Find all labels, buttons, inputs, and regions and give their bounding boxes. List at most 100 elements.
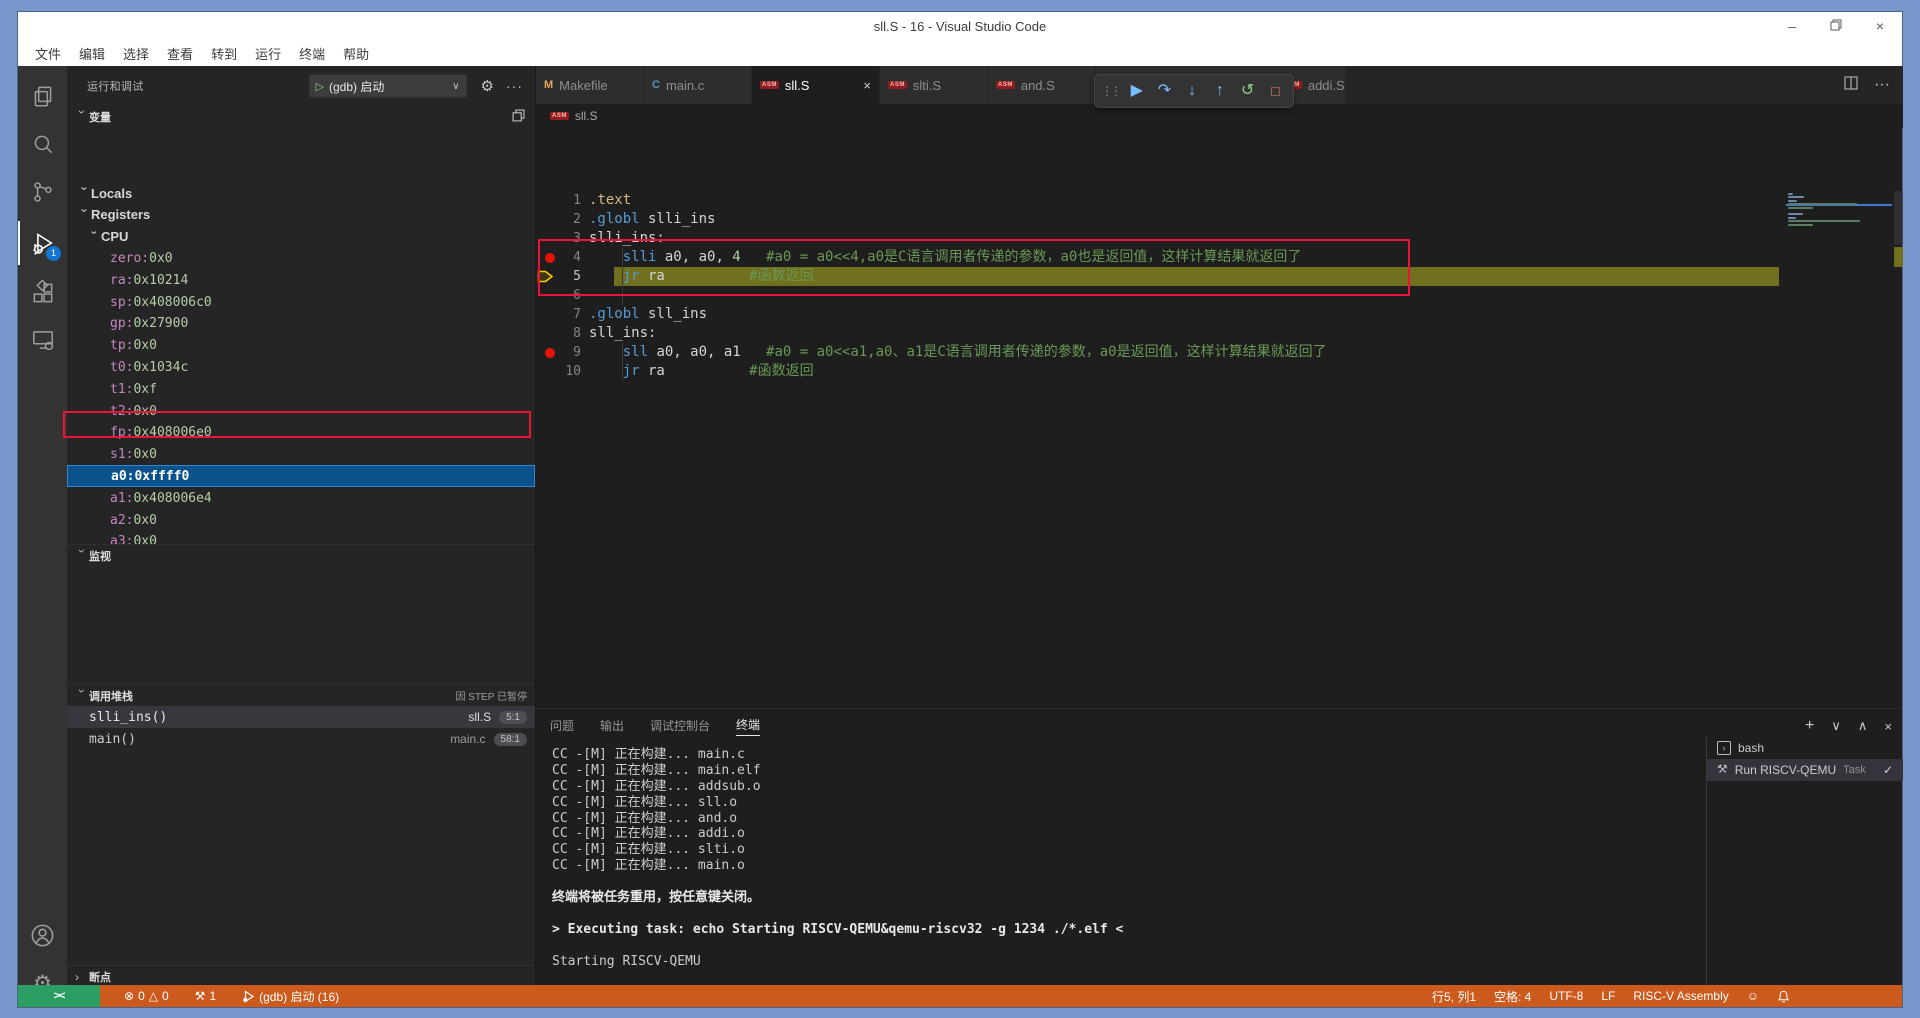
register-row-a3[interactable]: a3: 0x0	[67, 531, 535, 544]
breakpoint-icon[interactable]	[545, 348, 555, 358]
step-out-button[interactable]: ↑	[1208, 83, 1232, 99]
notifications-bell-icon[interactable]	[1777, 990, 1790, 1003]
register-row-gp[interactable]: gp: 0x27900	[67, 313, 535, 335]
tree-item-cpu[interactable]: › CPU	[67, 226, 535, 248]
register-row-sp[interactable]: sp: 0x408006c0	[67, 291, 535, 313]
terminal-output[interactable]: CC -[M] 正在构建... main.c CC -[M] 正在构建... ma…	[552, 747, 1692, 969]
code-line-7[interactable]: 7 .globl sll_ins	[536, 305, 1903, 324]
menu-item-3[interactable]: 查看	[158, 44, 202, 63]
collapse-all-icon[interactable]	[512, 109, 525, 125]
menu-item-4[interactable]: 转到	[202, 44, 246, 63]
explorer-icon[interactable]	[18, 74, 67, 118]
eol[interactable]: LF	[1601, 989, 1615, 1003]
tab-sll-S[interactable]: ASM sll.S ×	[752, 66, 880, 104]
code-line-5[interactable]: 5 jr ra #函数返回	[536, 267, 1903, 286]
source-control-icon[interactable]	[18, 170, 67, 214]
encoding[interactable]: UTF-8	[1549, 989, 1583, 1003]
code-area[interactable]: 1 .text 2 .globl slli_ins 3 slli_ins: 4 slli a…	[536, 128, 1903, 708]
menu-item-7[interactable]: 帮助	[334, 44, 378, 63]
code-line-9[interactable]: 9 sll a0, a0, a1 #a0 = a0<<a1,a0、a1是C语言调…	[536, 343, 1903, 362]
extensions-icon[interactable]	[18, 271, 67, 315]
paused-reason: 因 STEP 已暂停	[455, 692, 528, 703]
menu-item-6[interactable]: 终端	[290, 44, 334, 63]
tasks-status[interactable]: ⚒ 1	[195, 989, 216, 1003]
menu-item-5[interactable]: 运行	[246, 44, 290, 63]
register-row-a1[interactable]: a1: 0x408006e4	[67, 487, 535, 509]
menu-item-0[interactable]: 文件	[26, 44, 70, 63]
close-button[interactable]: ×	[1858, 18, 1902, 34]
breakpoints-section-header[interactable]: › 断点	[67, 965, 535, 985]
register-row-fp[interactable]: fp: 0x408006e0	[67, 422, 535, 444]
panel-tab-3[interactable]: 终端	[736, 716, 761, 736]
account-icon[interactable]	[18, 913, 67, 957]
token: .text	[589, 192, 632, 208]
panel-tab-2[interactable]: 调试控制台	[650, 717, 710, 736]
menu-item-1[interactable]: 编辑	[70, 44, 114, 63]
tab-Makefile[interactable]: M Makefile	[536, 66, 644, 104]
register-row-a0[interactable]: a0: 0xffff0	[67, 465, 535, 488]
stack-frame-1[interactable]: main() main.c 58:1	[67, 728, 535, 750]
callstack-section-header[interactable]: › 调用堆栈 因 STEP 已暂停	[67, 684, 535, 706]
register-row-ra[interactable]: ra: 0x10214	[67, 269, 535, 291]
variables-section-header[interactable]: › 变量	[67, 106, 535, 128]
continue-button[interactable]: ▶	[1125, 83, 1149, 99]
cursor-position[interactable]: 行5, 列1	[1432, 988, 1476, 1005]
code-line-2[interactable]: 2 .globl slli_ins	[536, 210, 1903, 229]
panel-tab-1[interactable]: 输出	[600, 717, 624, 736]
code-line-6[interactable]: 6	[536, 286, 1903, 305]
search-icon[interactable]	[18, 122, 67, 166]
maximize-panel-icon[interactable]: ∧	[1858, 718, 1868, 734]
restart-button[interactable]: ↺	[1236, 83, 1260, 99]
indentation[interactable]: 空格: 4	[1494, 988, 1531, 1005]
code-line-8[interactable]: 8 sll_ins:	[536, 324, 1903, 343]
register-row-s1[interactable]: s1: 0x0	[67, 444, 535, 466]
minimize-button[interactable]: –	[1770, 18, 1814, 34]
register-row-zero[interactable]: zero: 0x0	[67, 247, 535, 269]
register-row-t2[interactable]: t2: 0x0	[67, 400, 535, 422]
code-line-3[interactable]: 3 slli_ins:	[536, 229, 1903, 248]
split-editor-icon[interactable]	[1844, 76, 1858, 95]
restore-button[interactable]	[1814, 18, 1858, 34]
step-over-button[interactable]: ↷	[1153, 83, 1177, 99]
register-row-t0[interactable]: t0: 0x1034c	[67, 356, 535, 378]
tree-item-registers[interactable]: › Registers	[67, 204, 535, 226]
register-row-t1[interactable]: t1: 0xf	[67, 378, 535, 400]
menu-item-2[interactable]: 选择	[114, 44, 158, 63]
debug-session-status[interactable]: (gdb) 启动 (16)	[242, 988, 339, 1005]
tab-and-S[interactable]: ASM and.S	[988, 66, 1096, 104]
tab-main-c[interactable]: Cmain.c	[644, 66, 752, 104]
breakpoint-icon[interactable]	[545, 253, 555, 263]
token: .globl	[589, 306, 640, 322]
run-debug-icon[interactable]: 1	[18, 221, 67, 265]
tab-slti-S[interactable]: ASM slti.S	[880, 66, 988, 104]
launch-config-dropdown[interactable]: ▷ (gdb) 启动 ∨	[308, 74, 467, 98]
register-row-a2[interactable]: a2: 0x0	[67, 509, 535, 531]
stack-frame-0[interactable]: slli_ins() sll.S 5:1	[67, 706, 535, 728]
terminal-list-item-Run-RISCV-QEMU[interactable]: ⚒ Run RISCV-QEMU Task ✓	[1707, 759, 1903, 781]
close-panel-icon[interactable]: ×	[1884, 719, 1892, 734]
language-mode[interactable]: RISC-V Assembly	[1633, 989, 1728, 1003]
debug-settings-gear-icon[interactable]: ⚙	[481, 77, 494, 95]
tree-item-locals[interactable]: › Locals	[67, 182, 535, 204]
register-row-tp[interactable]: tp: 0x0	[67, 335, 535, 357]
tab-close-icon[interactable]: ×	[863, 78, 871, 93]
terminal-dropdown-icon[interactable]: ∨	[1831, 718, 1841, 734]
code-line-1[interactable]: 1 .text	[536, 191, 1903, 210]
remote-indicator[interactable]: ><	[18, 985, 100, 1007]
panel-tab-0[interactable]: 问题	[550, 717, 574, 736]
line-number: 6	[573, 288, 581, 303]
problems-status[interactable]: ⊗ 0 △ 0	[124, 989, 169, 1003]
code-line-10[interactable]: 10 jr ra #函数返回	[536, 362, 1903, 381]
remote-explorer-icon[interactable]	[18, 318, 67, 362]
toolbar-grip-icon[interactable]: ⋮⋮	[1101, 84, 1122, 98]
terminal-list-item-bash[interactable]: › bash	[1707, 737, 1903, 759]
step-into-button[interactable]: ↓	[1180, 83, 1204, 99]
feedback-icon[interactable]: ☺	[1747, 989, 1759, 1003]
stop-button[interactable]: □	[1263, 84, 1287, 98]
new-terminal-icon[interactable]: +	[1805, 717, 1814, 735]
start-debug-icon[interactable]: ▷	[316, 80, 324, 93]
watch-section-header[interactable]: › 监视	[67, 544, 535, 566]
sidebar-more-actions-icon[interactable]: ···	[506, 78, 523, 94]
code-line-4[interactable]: 4 slli a0, a0, 4 #a0 = a0<<4,a0是C语言调用者传递…	[536, 248, 1903, 267]
editor-more-actions-icon[interactable]: ···	[1874, 76, 1890, 94]
